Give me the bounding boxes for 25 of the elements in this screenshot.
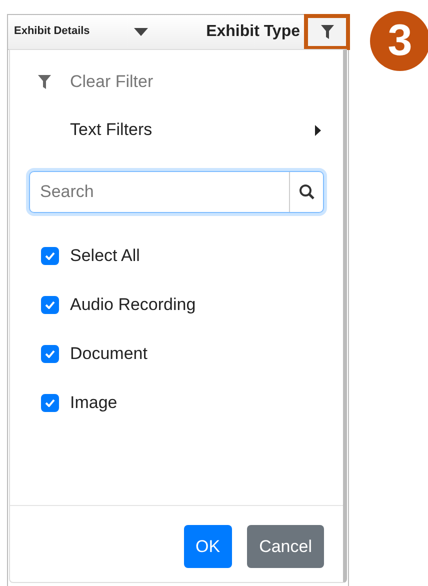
search-field[interactable]: Search (29, 171, 324, 213)
checkmark-icon (45, 252, 55, 260)
filter-icon (38, 75, 51, 89)
menu-item[interactable]: Text Filters (10, 106, 343, 154)
filter-icon (320, 25, 334, 39)
ok-button[interactable]: OK (184, 525, 232, 568)
submenu-arrow-icon (315, 124, 321, 136)
checkbox-option[interactable]: Select All (10, 231, 343, 280)
search-input[interactable]: Search (30, 172, 289, 212)
checkbox[interactable] (41, 246, 59, 264)
checkbox[interactable] (41, 296, 59, 314)
search-icon (298, 184, 314, 200)
checkbox[interactable] (41, 394, 59, 412)
checkmark-icon (45, 300, 55, 308)
checkbox[interactable] (41, 344, 59, 362)
checkmark-icon (45, 350, 55, 358)
column-header[interactable]: Exhibit Details (14, 26, 90, 38)
checkbox-option[interactable]: Image (10, 378, 343, 427)
checkbox-option[interactable]: Document (10, 329, 343, 378)
checkbox-option[interactable]: Audio Recording (10, 280, 343, 329)
filter-button[interactable] (304, 14, 350, 50)
step-number-badge: 3 (370, 11, 428, 71)
column-header[interactable]: Exhibit Type (206, 24, 300, 40)
cancel-button[interactable]: Cancel (247, 525, 324, 568)
checkmark-icon (45, 398, 55, 406)
